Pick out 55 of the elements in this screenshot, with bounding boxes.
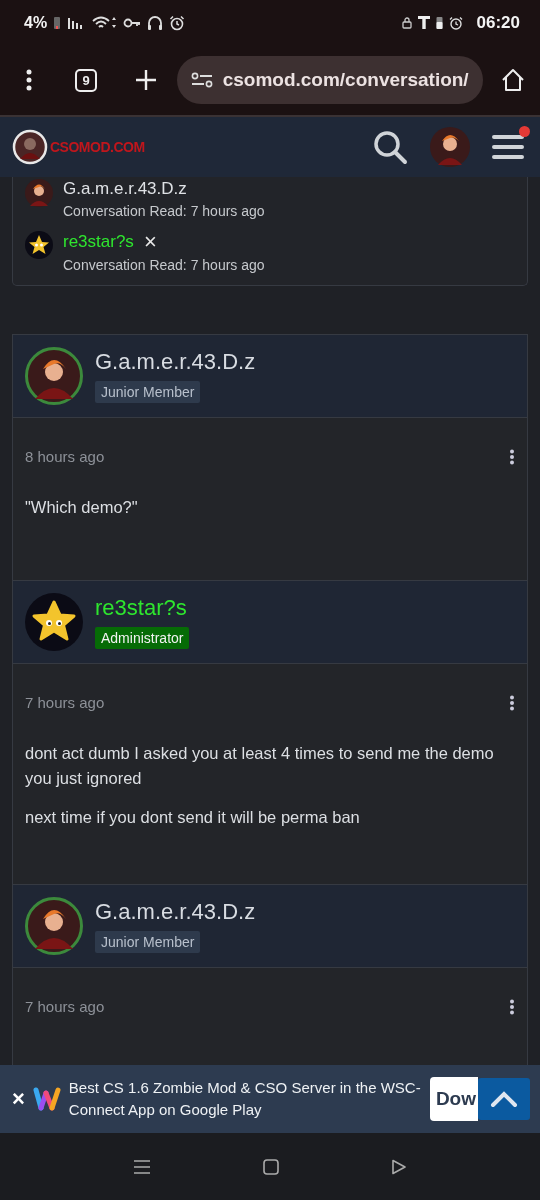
home-icon[interactable] [500, 68, 524, 92]
alarm-icon [448, 15, 463, 30]
battery-icon [53, 15, 62, 30]
url-text: csomod.com/conversation/ [222, 69, 469, 91]
remove-button[interactable]: × [143, 231, 157, 253]
reader-name[interactable]: G.a.m.e.r.43.D.z [63, 179, 187, 199]
back-icon[interactable] [391, 1158, 407, 1175]
reader-name[interactable]: re3star?s [63, 232, 134, 252]
tab-count-button[interactable]: 9 [74, 68, 98, 92]
message-text: next time if you dont send it will be perma ban [25, 807, 361, 828]
message-text: "Which demo?" [25, 497, 139, 518]
role-badge: Junior Member [95, 931, 201, 953]
star-avatar[interactable] [25, 593, 83, 651]
scroll-to-top-button[interactable] [478, 1078, 530, 1120]
download-button[interactable]: Dow [429, 1077, 478, 1121]
caret-up-icon [490, 1090, 518, 1108]
author-name[interactable]: G.a.m.e.r.43.D.z [95, 349, 256, 375]
role-badge: Junior Member [95, 381, 201, 403]
user-avatar[interactable] [25, 347, 83, 405]
headphones-icon [147, 13, 164, 32]
alarm-icon [169, 14, 186, 31]
author-name[interactable]: re3star?s [95, 595, 187, 621]
more-options-icon[interactable] [509, 694, 515, 711]
author-name[interactable]: G.a.m.e.r.43.D.z [95, 899, 256, 925]
app-logo-icon [32, 1087, 61, 1111]
home-button-icon[interactable] [263, 1158, 279, 1175]
key-icon [123, 16, 142, 29]
user-avatar[interactable] [25, 897, 83, 955]
battery-percent: 4% [24, 13, 48, 32]
menu-icon[interactable] [492, 134, 524, 160]
message-time[interactable]: 7 hours ago [25, 998, 105, 1015]
message-text: dont act dumb I asked you at least 4 times to send me the demo you just ignored [25, 743, 495, 789]
recent-apps-icon[interactable] [133, 1158, 151, 1175]
lock-icon [401, 16, 412, 29]
read-status: Conversation Read: 7 hours ago [63, 203, 265, 219]
banner-text: Best CS 1.6 Zombie Mod & CSO Server in the WSC-Connect App on Google Play [68, 1078, 422, 1120]
user-avatar[interactable] [430, 127, 470, 167]
battery-icon [435, 16, 443, 29]
menu-icon[interactable] [25, 68, 33, 92]
logo-emblem-icon[interactable] [12, 129, 48, 165]
message-time[interactable]: 7 hours ago [25, 694, 105, 711]
close-button[interactable]: × [12, 1086, 25, 1112]
user-avatar[interactable] [25, 179, 53, 207]
role-badge: Administrator [95, 627, 190, 649]
star-avatar[interactable] [25, 231, 53, 259]
message-time[interactable]: 8 hours ago [25, 448, 105, 465]
more-options-icon[interactable] [509, 998, 515, 1015]
address-bar[interactable]: csomod.com/conversation/ [176, 56, 483, 104]
search-icon[interactable] [372, 129, 408, 165]
clock-time: 06:20 [476, 12, 520, 33]
new-tab-icon[interactable] [135, 69, 157, 91]
carrier-icon [417, 16, 430, 29]
more-options-icon[interactable] [509, 448, 515, 465]
site-settings-icon[interactable] [190, 72, 213, 88]
read-status: Conversation Read: 7 hours ago [63, 257, 265, 273]
